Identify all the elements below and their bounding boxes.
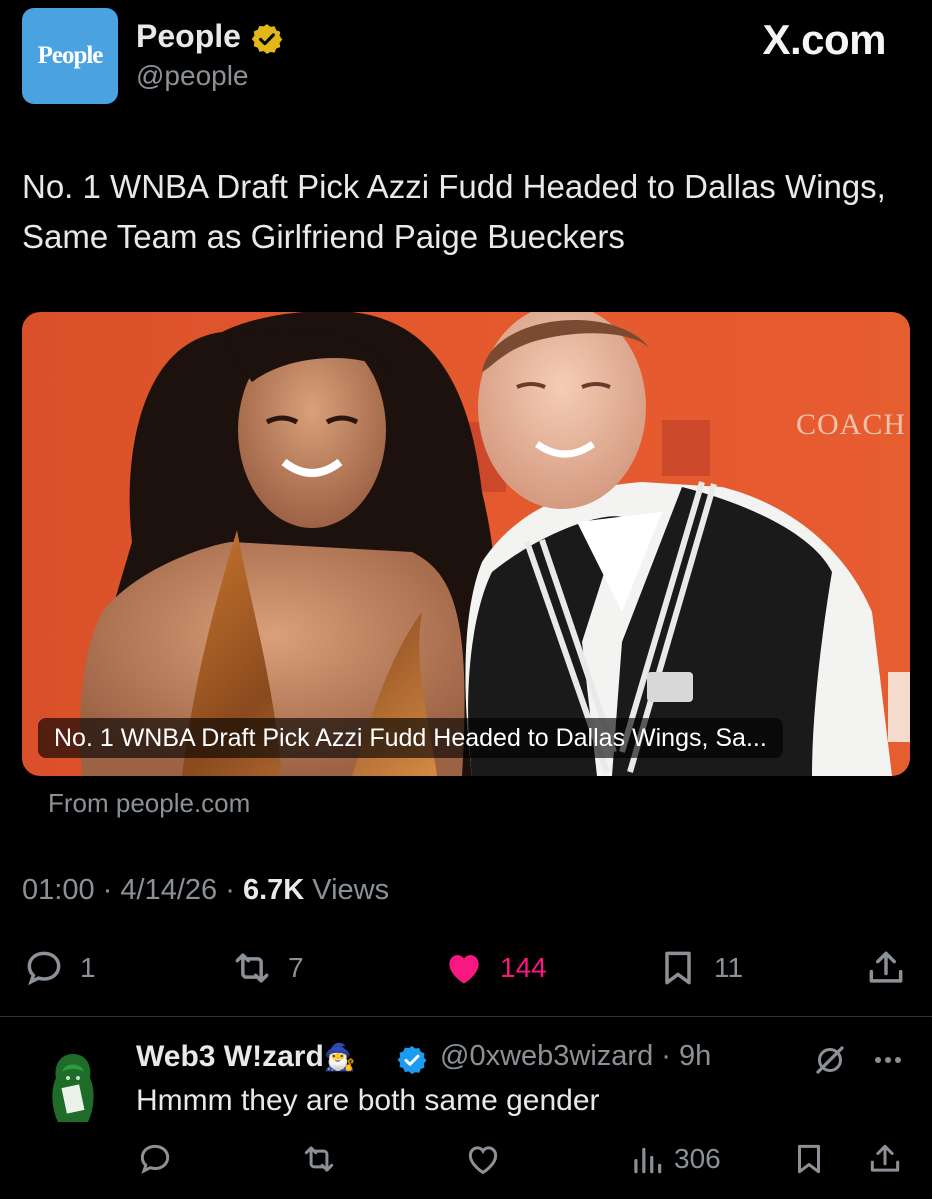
wizard-emoji: 🧙‍♂️ (323, 1042, 357, 1072)
share-icon (869, 951, 903, 983)
bookmark-icon (797, 1144, 821, 1174)
avatar-logo-text: People (37, 42, 104, 69)
repost-button[interactable]: 7 (230, 946, 304, 990)
x-watermark: X.com (762, 16, 886, 63)
reply-handle[interactable]: @0xweb3wizard (440, 1040, 653, 1072)
like-button[interactable]: 144 (442, 946, 547, 990)
repost-icon (304, 1146, 334, 1172)
views-icon (634, 1147, 662, 1174)
reply-reply-button[interactable] (136, 1140, 174, 1178)
bookmark-button[interactable]: 11 (656, 946, 743, 990)
grok-icon[interactable] (812, 1042, 848, 1078)
reply-avatar[interactable] (48, 1050, 98, 1124)
repost-icon (235, 953, 269, 983)
reply-bookmark-button[interactable] (790, 1140, 828, 1178)
heart-filled-icon (449, 955, 479, 984)
reply-like-button[interactable] (464, 1140, 502, 1178)
author-name[interactable]: People (136, 18, 241, 55)
reply-share-button[interactable] (866, 1140, 904, 1178)
card-photo: COACH (80, 312, 910, 776)
bookmark-icon (665, 951, 691, 985)
tweet-text: No. 1 WNBA Draft Pick Azzi Fudd Headed t… (22, 168, 886, 255)
repost-count: 7 (288, 952, 304, 983)
divider (0, 1016, 932, 1017)
reply-repost-button[interactable] (300, 1140, 338, 1178)
link-card[interactable]: COACH No. 1 WNBA Draft Pick Azzi Fudd He… (22, 312, 910, 776)
reply-author-name-text: Web3 W!zard (136, 1040, 324, 1073)
tweet-time[interactable]: 01:00 (22, 874, 95, 906)
share-icon (870, 1144, 900, 1172)
tweet-date[interactable]: 4/14/26 (120, 874, 217, 906)
like-count: 144 (500, 952, 547, 983)
reply-button[interactable]: 1 (22, 946, 96, 990)
heart-outline-icon (468, 1146, 498, 1175)
verified-blue-badge-icon (397, 1046, 427, 1074)
meta-separator: · (102, 874, 113, 906)
bookmark-count: 11 (714, 952, 744, 983)
reply-count: 1 (80, 952, 96, 983)
card-source[interactable]: From people.com (48, 788, 250, 819)
verified-gold-badge-icon (251, 24, 283, 54)
card-caption: No. 1 WNBA Draft Pick Azzi Fudd Headed t… (38, 718, 783, 758)
backdrop-coach-text: COACH (796, 408, 906, 441)
reply-icon (140, 1144, 170, 1174)
share-button[interactable] (864, 946, 908, 990)
reply-author-name[interactable]: Web3 W!zard🧙‍♂️ (136, 1040, 356, 1074)
author-handle[interactable]: @people (136, 60, 249, 92)
views-count: 6.7K (242, 874, 305, 906)
reply-time[interactable]: · 9h (661, 1040, 711, 1072)
reply-views-count: 306 (674, 1143, 721, 1174)
views-label: Views (312, 874, 390, 906)
reply-views-button[interactable]: 306 (628, 1140, 721, 1178)
reply-handle-line: @0xweb3wizard · 9h (440, 1040, 711, 1073)
meta-separator: · (225, 874, 235, 906)
tweet-meta: 01:00 · 4/14/26 · 6.7K Views (22, 874, 389, 907)
author-avatar[interactable]: People (22, 8, 118, 104)
more-icon[interactable] (870, 1046, 906, 1074)
reply-text: Hmmm they are both same gender (136, 1084, 600, 1117)
reply-icon (27, 951, 61, 986)
